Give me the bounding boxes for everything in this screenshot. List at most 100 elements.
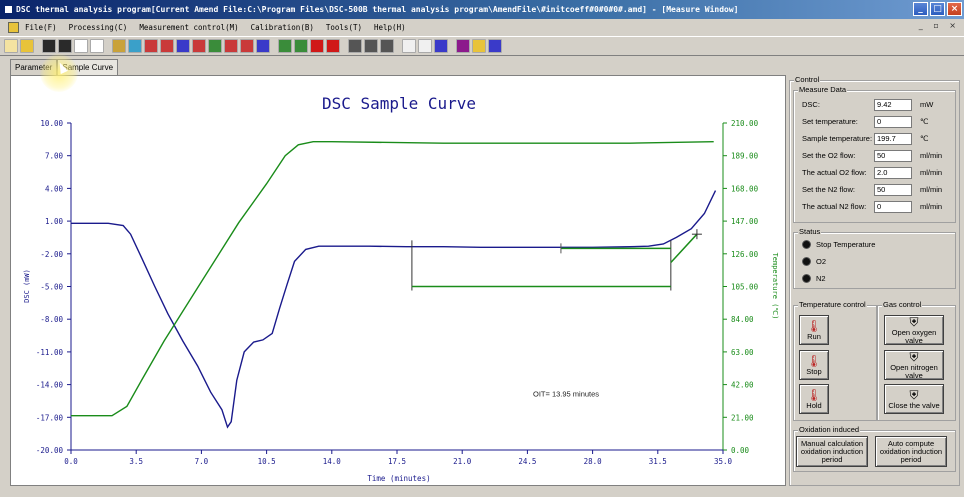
cursor-icon[interactable] bbox=[402, 39, 416, 53]
measure-field-label: The actual O2 flow: bbox=[802, 168, 867, 177]
y-tick-label: -5.00 bbox=[40, 283, 63, 292]
measure-field-label: The actual N2 flow: bbox=[802, 202, 867, 211]
stop-button[interactable]: 🌡 Stop bbox=[799, 350, 829, 380]
zoom-in-icon[interactable] bbox=[112, 39, 126, 53]
control-legend: Control bbox=[794, 75, 821, 84]
measure-field-value[interactable]: 9.42 bbox=[874, 98, 912, 111]
measure-field-value[interactable]: 0 bbox=[874, 115, 912, 128]
valve-icon: ⛨ bbox=[909, 349, 919, 364]
x-tick-label: 10.5 bbox=[258, 457, 276, 466]
close-valve-button[interactable]: ⛨ Close the valve bbox=[884, 384, 944, 414]
manual-oit-button[interactable]: Manual calculation oxidation induction p… bbox=[796, 436, 868, 467]
x-tick-label: 21.0 bbox=[453, 457, 472, 466]
export-icon[interactable] bbox=[348, 39, 362, 53]
run-label: Run bbox=[807, 331, 821, 341]
close-valve-label: Close the valve bbox=[888, 400, 940, 410]
temp-icon[interactable] bbox=[278, 39, 292, 53]
status-label: O2 bbox=[816, 256, 827, 266]
y-axis-label: DSC (mW) bbox=[23, 269, 31, 303]
graph-icon[interactable] bbox=[456, 39, 470, 53]
new-icon[interactable] bbox=[4, 39, 18, 53]
auto-oit-button[interactable]: Auto compute oxidation induction period bbox=[875, 436, 947, 467]
hold-button[interactable]: 🌡 Hold bbox=[799, 384, 829, 414]
print-icon[interactable] bbox=[90, 39, 104, 53]
text-icon[interactable] bbox=[380, 39, 394, 53]
measure-field-value[interactable]: 199.7 bbox=[874, 132, 912, 145]
x-tick-label: 24.5 bbox=[518, 457, 536, 466]
dsc-chart: DSC Sample Curve 10.00 7.00 4.00 1.00 -2.00 -5… bbox=[23, 94, 779, 483]
help-icon[interactable] bbox=[472, 39, 486, 53]
curve-icon[interactable] bbox=[294, 39, 308, 53]
mark-icon[interactable] bbox=[144, 39, 158, 53]
measure-data-group: Measure Data DSC: 9.42 mW Set temperature: 0… bbox=[793, 85, 956, 223]
toolbar bbox=[0, 36, 964, 56]
report-icon[interactable] bbox=[364, 39, 378, 53]
status-n2: N2 bbox=[802, 271, 826, 285]
measure-data-legend: Measure Data bbox=[798, 85, 848, 94]
menu-tools[interactable]: Tools(T) bbox=[326, 23, 362, 32]
save-icon[interactable] bbox=[42, 39, 56, 53]
x-tick-label: 31.5 bbox=[649, 457, 667, 466]
endset-icon[interactable] bbox=[224, 39, 238, 53]
y-tick-label: -14.00 bbox=[36, 381, 64, 390]
menu-file[interactable]: File(F) bbox=[25, 23, 57, 32]
y-tick-label: -2.00 bbox=[40, 250, 63, 259]
measure-field-row: DSC: 9.42 mW bbox=[802, 98, 952, 111]
maximize-button[interactable]: □ bbox=[930, 2, 945, 16]
close-button[interactable]: × bbox=[947, 2, 962, 16]
print-preview-icon[interactable] bbox=[74, 39, 88, 53]
y-tick-label: 7.00 bbox=[45, 152, 64, 161]
x-tick-label: 3.5 bbox=[129, 457, 143, 466]
hold-label: Hold bbox=[806, 400, 822, 410]
open-oxygen-label: Open oxygen valve bbox=[891, 327, 937, 345]
open-oxygen-valve-button[interactable]: ⛨ Open oxygen valve bbox=[884, 315, 944, 345]
menu-measurement-control[interactable]: Measurement control(M) bbox=[139, 23, 238, 32]
y-tick-label: -17.00 bbox=[36, 413, 64, 422]
peak-icon[interactable] bbox=[160, 39, 174, 53]
y2-tick-label: 210.00 bbox=[731, 119, 759, 128]
status-stop-temperature: Stop Temperature bbox=[802, 237, 875, 251]
control-panel: Control Measure Data DSC: 9.42 mW Set tempe… bbox=[789, 75, 960, 486]
compare-icon[interactable] bbox=[434, 39, 448, 53]
onset-icon[interactable] bbox=[208, 39, 222, 53]
baseline-icon[interactable] bbox=[176, 39, 190, 53]
stop-icon[interactable] bbox=[310, 39, 324, 53]
measure-field-value[interactable]: 2.0 bbox=[874, 166, 912, 179]
measure-field-unit: ml/min bbox=[920, 168, 943, 177]
tab-parameter[interactable]: Parameter bbox=[10, 59, 58, 75]
about-icon[interactable] bbox=[488, 39, 502, 53]
app-icon bbox=[4, 5, 13, 14]
measure-field-row: Set the N2 flow: 50 ml/min bbox=[802, 183, 952, 196]
valve-icon: ⛨ bbox=[909, 387, 919, 402]
window-title: DSC thermal analysis program[Current Ame… bbox=[16, 5, 739, 14]
y-tick-label: 4.00 bbox=[45, 184, 64, 193]
record-icon[interactable] bbox=[326, 39, 340, 53]
y2-tick-label: 21.00 bbox=[731, 413, 754, 422]
mdi-window-controls[interactable]: _ ▫ × bbox=[919, 21, 960, 30]
measure-field-value[interactable]: 50 bbox=[874, 183, 912, 196]
run-button[interactable]: 🌡 Run bbox=[799, 315, 829, 345]
minimize-button[interactable]: _ bbox=[913, 2, 928, 16]
status-label: N2 bbox=[816, 273, 826, 283]
measure-field-row: The actual N2 flow: 0 ml/min bbox=[802, 200, 952, 213]
document-icon[interactable] bbox=[8, 22, 19, 33]
status-label: Stop Temperature bbox=[816, 239, 876, 249]
chart-panel: DSC Sample Curve 10.00 7.00 4.00 1.00 -2.00 -5… bbox=[10, 75, 786, 486]
measure-field-value[interactable]: 0 bbox=[874, 200, 912, 213]
ratio-icon[interactable] bbox=[256, 39, 270, 53]
menu-help[interactable]: Help(H) bbox=[374, 23, 406, 32]
measure-field-row: Set temperature: 0 ℃ bbox=[802, 115, 952, 128]
x-tick-label: 28.0 bbox=[584, 457, 603, 466]
menu-calibration[interactable]: Calibration(B) bbox=[251, 23, 314, 32]
table-icon[interactable] bbox=[418, 39, 432, 53]
measure-field-value[interactable]: 50 bbox=[874, 149, 912, 162]
thermometer-icon: 🌡 bbox=[806, 318, 822, 333]
edit-icon[interactable] bbox=[128, 39, 142, 53]
save-all-icon[interactable] bbox=[58, 39, 72, 53]
area-icon[interactable] bbox=[192, 39, 206, 53]
open-nitrogen-valve-button[interactable]: ⛨ Open nitrogen valve bbox=[884, 350, 944, 380]
menu-processing[interactable]: Processing(C) bbox=[69, 23, 128, 32]
status-group: Status Stop Temperature O2 N2 bbox=[793, 227, 956, 289]
tg-icon[interactable] bbox=[240, 39, 254, 53]
open-icon[interactable] bbox=[20, 39, 34, 53]
